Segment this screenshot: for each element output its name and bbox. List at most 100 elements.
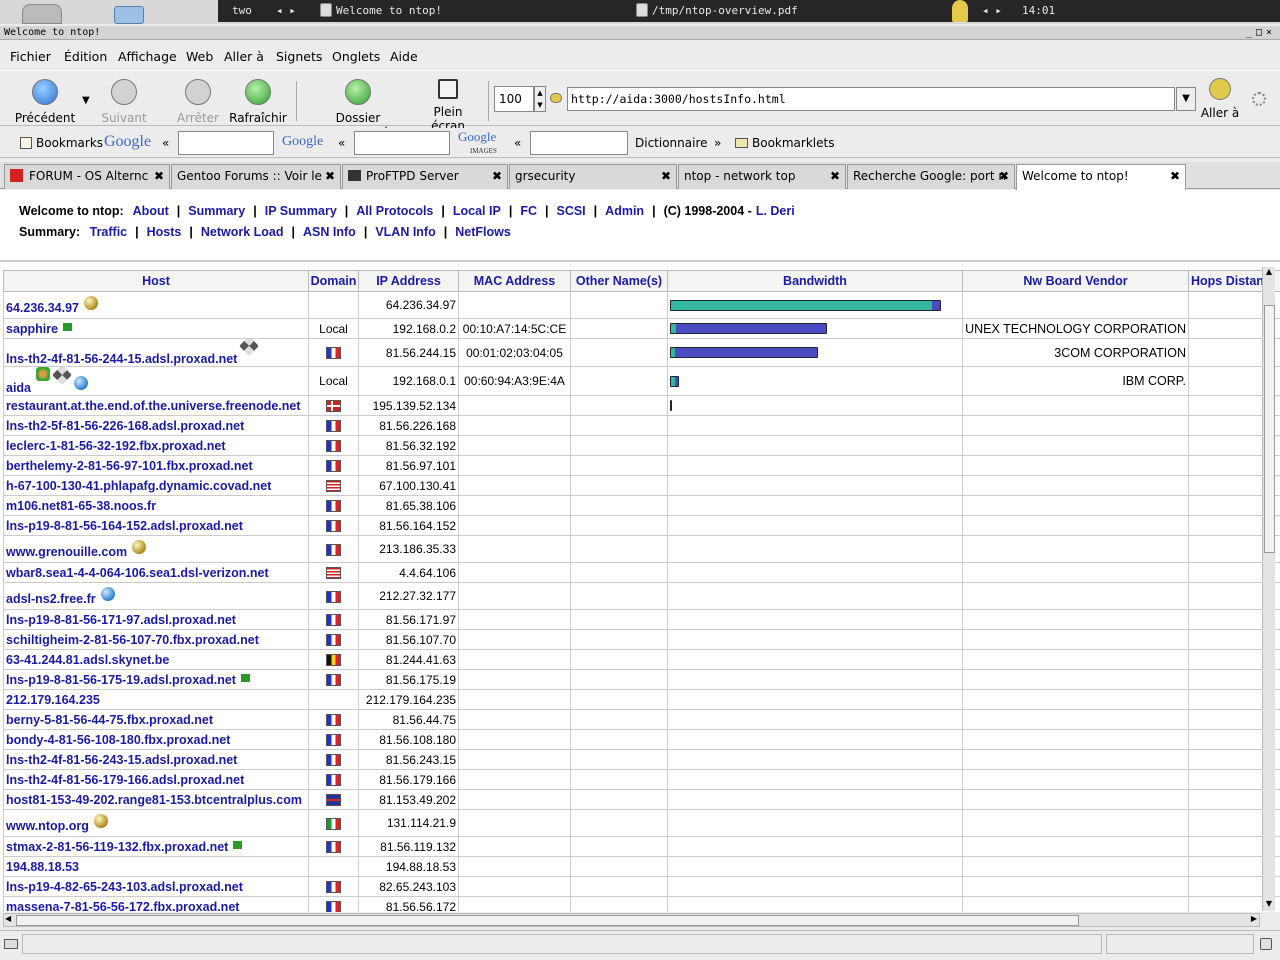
nav-link-local-ip[interactable]: Local IP [453, 204, 501, 218]
desktop-arrows[interactable]: ◂ ▸ [276, 0, 296, 22]
menu-aide[interactable]: Aide [390, 49, 418, 64]
menu-web[interactable]: Web [186, 49, 213, 64]
host-link[interactable]: 194.88.18.53 [6, 860, 79, 874]
table-row[interactable]: schiltigheim-2-81-56-107-70.fbx.proxad.n… [3, 629, 1280, 650]
nav-link-ip-summary[interactable]: IP Summary [265, 204, 337, 218]
google-images-input[interactable] [530, 131, 628, 155]
scroll-right-arrow-icon[interactable]: ▶ [1251, 914, 1257, 923]
host-link[interactable]: 212.179.164.235 [6, 693, 100, 707]
table-row[interactable]: m106.net81-65-38.noos.fr 81.65.38.106 [3, 495, 1280, 516]
stop-button[interactable]: Arrêter [172, 75, 224, 125]
table-row[interactable]: www.ntop.org 131.114.21.9 [3, 809, 1280, 837]
close-tab-icon[interactable]: ✖ [661, 165, 671, 188]
google-search-2-quote[interactable]: « [338, 136, 345, 150]
table-row[interactable]: 63-41.244.81.adsl.skynet.be 81.244.41.63 [3, 649, 1280, 670]
nav-link-netflows[interactable]: NetFlows [455, 225, 511, 239]
host-link[interactable]: restaurant.at.the.end.of.the.universe.fr… [6, 399, 301, 413]
col-host[interactable]: Host [3, 270, 309, 292]
forward-button[interactable]: Suivant [98, 75, 150, 125]
user-icon[interactable] [952, 0, 968, 22]
table-row[interactable]: stmax-2-81-56-119-132.fbx.proxad.net 81.5… [3, 836, 1280, 857]
table-row[interactable]: restaurant.at.the.end.of.the.universe.fr… [3, 395, 1280, 416]
host-link[interactable]: lns-p19-8-81-56-171-97.adsl.proxad.net [6, 613, 236, 627]
host-link[interactable]: www.grenouille.com [6, 545, 127, 559]
host-link[interactable]: stmax-2-81-56-119-132.fbx.proxad.net [6, 840, 228, 854]
horizontal-scrollbar[interactable]: ◀ ▶ [3, 913, 1260, 927]
scroll-left-arrow-icon[interactable]: ◀ [5, 914, 11, 923]
back-button[interactable]: Précédent [14, 75, 76, 125]
nav-link-scsi[interactable]: SCSI [556, 204, 585, 218]
window-titlebar[interactable]: Welcome to ntop! _□× [0, 26, 1280, 40]
host-link[interactable]: lns-th2-4f-81-56-244-15.adsl.proxad.net [6, 352, 237, 366]
col-ip-address[interactable]: IP Address [358, 270, 459, 292]
zoom-input[interactable]: 100 [494, 86, 534, 112]
url-history-dropdown[interactable]: ▼ [1176, 87, 1196, 111]
table-row[interactable]: wbar8.sea1-4-4-064-106.sea1.dsl-verizon.… [3, 562, 1280, 583]
close-tab-icon[interactable]: ✖ [492, 165, 502, 188]
folder-icon[interactable] [114, 6, 144, 24]
close-tab-icon[interactable]: ✖ [830, 165, 840, 188]
vertical-scroll-thumb[interactable] [1264, 305, 1275, 553]
tab-gentoo[interactable]: Gentoo Forums :: Voir le ✖ [171, 164, 341, 189]
table-row[interactable]: 194.88.18.53 194.88.18.53 [3, 856, 1280, 877]
close-tab-icon[interactable]: ✖ [154, 165, 164, 188]
nav-link-all-protocols[interactable]: All Protocols [356, 204, 433, 218]
host-link[interactable]: wbar8.sea1-4-4-064-106.sea1.dsl-verizon.… [6, 566, 269, 580]
desktop-name[interactable]: two [232, 0, 252, 22]
task-browser[interactable]: Welcome to ntop! [320, 0, 442, 22]
google-images-quote[interactable]: « [514, 136, 521, 150]
host-link[interactable]: leclerc-1-81-56-32-192.fbx.proxad.net [6, 439, 226, 453]
table-row[interactable]: berny-5-81-56-44-75.fbx.proxad.net 81.56.… [3, 709, 1280, 730]
menu-affichage[interactable]: Affichage [118, 49, 177, 64]
table-row[interactable]: lns-th2-4f-81-56-243-15.adsl.proxad.net 8… [3, 749, 1280, 770]
host-link[interactable]: aida [6, 381, 31, 395]
table-row[interactable]: bondy-4-81-56-108-180.fbx.proxad.net 81.5… [3, 729, 1280, 750]
tab-grsecurity[interactable]: grsecurity ✖ [509, 164, 677, 189]
google-search-input[interactable] [178, 131, 274, 155]
table-row[interactable]: massena-7-81-56-56-172.fbx.proxad.net 81.… [3, 896, 1280, 913]
table-row[interactable]: aida Local 192.168.0.1 00:60:94:A3:9E:4A IBM… [3, 366, 1280, 396]
nav-link-asn-info[interactable]: ASN Info [303, 225, 356, 239]
dictionary-bookmark[interactable]: Dictionnaire [635, 136, 708, 150]
table-row[interactable]: lns-p19-8-81-56-164-152.adsl.proxad.net 8… [3, 515, 1280, 536]
table-row[interactable]: h-67-100-130-41.phlapafg.dynamic.covad.n… [3, 475, 1280, 496]
scroll-down-arrow-icon[interactable]: ▼ [1263, 899, 1275, 911]
host-link[interactable]: bondy-4-81-56-108-180.fbx.proxad.net [6, 733, 230, 747]
host-link[interactable]: lns-p19-8-81-56-175-19.adsl.proxad.net [6, 673, 236, 687]
menu-onglets[interactable]: Onglets [332, 49, 380, 64]
col-domain[interactable]: Domain [308, 270, 359, 292]
tab-proftpd[interactable]: ProFTPD Server ✖ [342, 164, 508, 189]
table-row[interactable]: lns-th2-4f-81-56-179-166.adsl.proxad.net… [3, 769, 1280, 790]
back-history-dropdown-icon[interactable]: ▼ [82, 95, 90, 106]
tab-ntop-network-top[interactable]: ntop - network top ✖ [678, 164, 846, 189]
nav-link-vlan-info[interactable]: VLAN Info [375, 225, 435, 239]
col-nw-board-vendor[interactable]: Nw Board Vendor [962, 270, 1189, 292]
table-row[interactable]: lns-p19-8-81-56-175-19.adsl.proxad.net 81… [3, 669, 1280, 690]
nav-link-network-load[interactable]: Network Load [201, 225, 284, 239]
table-row[interactable]: lns-p19-4-82-65-243-103.adsl.proxad.net 8… [3, 876, 1280, 897]
host-link[interactable]: schiltigheim-2-81-56-107-70.fbx.proxad.n… [6, 633, 259, 647]
bookmarklets-folder[interactable]: Bookmarklets [735, 136, 834, 150]
tab-forum[interactable]: FORUM - OS Alternc ✖ [4, 164, 170, 189]
table-row[interactable]: 64.236.34.97 64.236.34.97 [3, 291, 1280, 319]
google-search-2-input[interactable] [354, 131, 450, 155]
horizontal-scroll-thumb[interactable] [16, 915, 1079, 926]
host-link[interactable]: berthelemy-2-81-56-97-101.fbx.proxad.net [6, 459, 253, 473]
host-link[interactable]: massena-7-81-56-56-172.fbx.proxad.net [6, 900, 239, 913]
url-bar[interactable]: http://aida:3000/hostsInfo.html [567, 87, 1175, 111]
menu-fichier[interactable]: Fichier [10, 49, 51, 64]
host-link[interactable]: berny-5-81-56-44-75.fbx.proxad.net [6, 713, 213, 727]
app-launcher-icon[interactable] [22, 4, 62, 24]
tab-recherche-google[interactable]: Recherche Google: port n ✖ [847, 164, 1015, 189]
host-link[interactable]: lns-th2-5f-81-56-226-168.adsl.proxad.net [6, 419, 244, 433]
col-mac-address[interactable]: MAC Address [458, 270, 571, 292]
table-row[interactable]: www.grenouille.com 213.186.35.33 [3, 535, 1280, 563]
host-link[interactable]: lns-p19-8-81-56-164-152.adsl.proxad.net [6, 519, 243, 533]
table-row[interactable]: lns-th2-5f-81-56-226-168.adsl.proxad.net… [3, 415, 1280, 436]
window-buttons[interactable]: _□× [1246, 26, 1276, 40]
menu-edition[interactable]: Édition [64, 49, 107, 64]
host-link[interactable]: lns-th2-4f-81-56-179-166.adsl.proxad.net [6, 773, 244, 787]
dictionary-chevron[interactable]: » [714, 136, 721, 150]
host-link[interactable]: sapphire [6, 322, 58, 336]
host-link[interactable]: 64.236.34.97 [6, 301, 79, 315]
